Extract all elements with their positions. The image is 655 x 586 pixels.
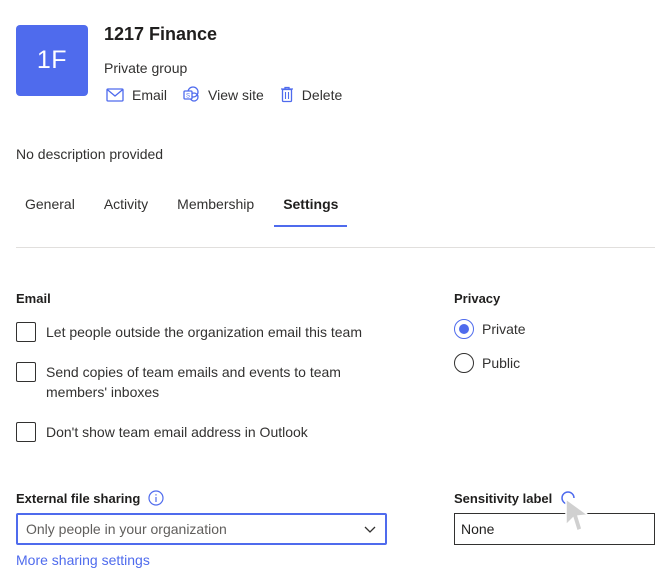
mail-icon [106, 87, 124, 102]
sensitivity-label-select[interactable]: None [454, 513, 655, 545]
tab-bar: General Activity Membership Settings [16, 196, 358, 227]
email-option-hide-address[interactable]: Don't show team email address in Outlook [16, 422, 396, 442]
email-hide-checkbox[interactable] [16, 422, 36, 442]
sensitivity-title: Sensitivity label [454, 490, 553, 506]
email-external-label: Let people outside the organization emai… [46, 324, 362, 340]
tabs-divider [16, 247, 655, 248]
tab-activity[interactable]: Activity [95, 196, 157, 227]
external-sharing-title: External file sharing [16, 490, 141, 506]
privacy-private-label: Private [482, 321, 526, 337]
chevron-down-icon [364, 526, 376, 533]
more-sharing-settings-link[interactable]: More sharing settings [16, 552, 150, 568]
group-description: No description provided [16, 146, 164, 162]
privacy-option-public[interactable]: Public [454, 353, 520, 373]
external-sharing-dropdown[interactable]: Only people in your organization [16, 513, 387, 545]
email-copies-label: Send copies of team emails and events to… [46, 364, 341, 400]
email-option-external[interactable]: Let people outside the organization emai… [16, 322, 396, 342]
group-avatar: 1F [16, 25, 88, 96]
svg-text:S: S [186, 94, 190, 100]
email-copies-checkbox[interactable] [16, 362, 36, 382]
external-sharing-selected: Only people in your organization [26, 521, 227, 537]
privacy-public-label: Public [482, 355, 521, 371]
email-action-button[interactable]: Email [106, 87, 167, 103]
tab-general[interactable]: General [16, 196, 84, 227]
privacy-section-title: Privacy [454, 291, 501, 306]
sensitivity-selected: None [461, 521, 495, 537]
tab-settings[interactable]: Settings [274, 196, 348, 227]
email-option-copies[interactable]: Send copies of team emails and events to… [16, 362, 356, 402]
delete-action-button[interactable]: Delete [280, 86, 342, 103]
view-site-action-label: View site [208, 86, 264, 103]
header-actions: Email S View site Delete [106, 86, 358, 103]
group-privacy-subtitle: Private group [104, 60, 188, 76]
cursor-arrow-icon [565, 497, 591, 532]
tab-membership[interactable]: Membership [168, 196, 263, 227]
external-sharing-header: External file sharing [16, 490, 164, 506]
sensitivity-header: Sensitivity label [454, 490, 576, 506]
privacy-public-radio[interactable] [454, 353, 474, 373]
group-title: 1217 Finance [104, 24, 218, 44]
email-section-title: Email [16, 291, 51, 306]
sharepoint-site-icon: S [183, 86, 199, 102]
email-external-checkbox[interactable] [16, 322, 36, 342]
privacy-option-private[interactable]: Private [454, 319, 526, 339]
info-icon[interactable] [148, 490, 164, 506]
trash-icon [280, 86, 293, 103]
privacy-private-radio[interactable] [454, 319, 474, 339]
radio-selected-dot [459, 324, 469, 334]
email-hide-label: Don't show team email address in Outlook [46, 424, 308, 440]
delete-action-label: Delete [301, 86, 343, 103]
email-action-label: Email [132, 86, 168, 103]
view-site-action-button[interactable]: S View site [183, 86, 264, 103]
